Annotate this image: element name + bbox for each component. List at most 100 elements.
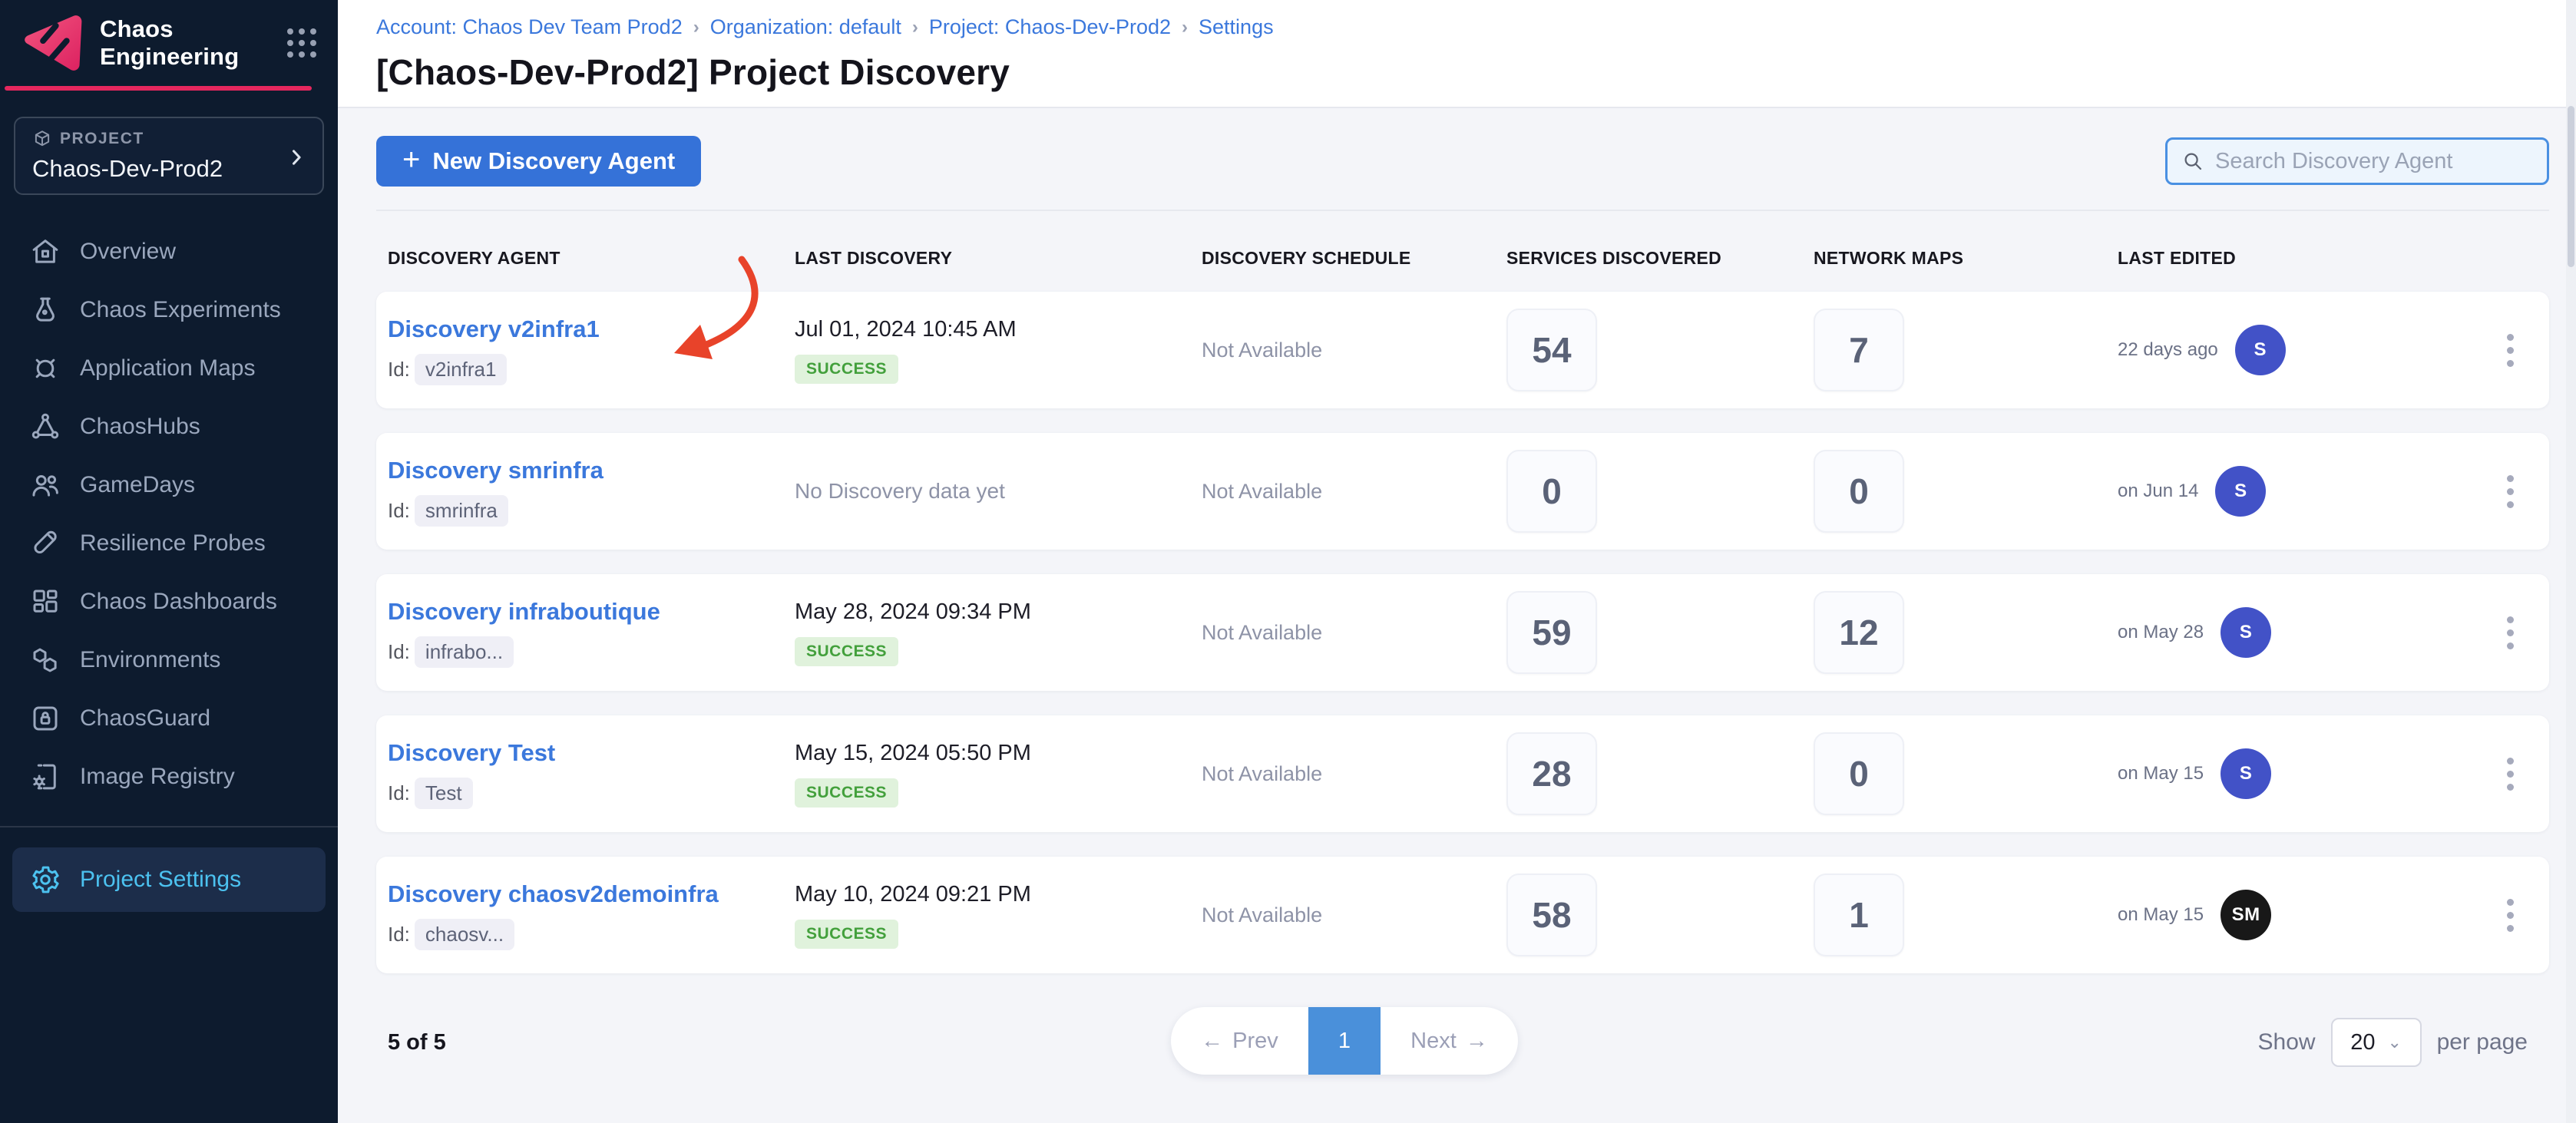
- search-input[interactable]: [2215, 149, 2533, 174]
- agent-name-link[interactable]: Discovery Test: [388, 739, 795, 767]
- table-footer: 5 of 5 ← Prev 1 Next → Show 20 ⌄ per pag…: [376, 1007, 2549, 1078]
- lock-icon: [29, 702, 61, 735]
- row-count: 5 of 5: [388, 1030, 446, 1055]
- sidebar-nav: Overview Chaos Experiments Application Map…: [0, 223, 338, 1123]
- maps-cell: 12: [1814, 591, 2118, 674]
- sidebar-item-project-settings[interactable]: Project Settings: [12, 847, 326, 912]
- agent-id: Id: Test: [388, 778, 795, 809]
- sidebar-item-label: Overview: [80, 239, 176, 265]
- new-discovery-agent-button[interactable]: + New Discovery Agent: [376, 136, 701, 187]
- maps-cell: 0: [1814, 732, 2118, 815]
- schedule-cell: Not Available: [1202, 480, 1506, 504]
- row-menu-icon[interactable]: [2499, 891, 2521, 940]
- last-edited-text: on May 15: [2118, 763, 2204, 784]
- chaos-engineering-logo-icon: [18, 11, 89, 75]
- breadcrumb-settings[interactable]: Settings: [1199, 15, 1274, 39]
- avatar: S: [2221, 607, 2271, 658]
- arrow-right-icon: →: [1466, 1029, 1488, 1054]
- last-discovery-cell: May 15, 2024 05:50 PM SUCCESS: [795, 741, 1202, 808]
- toolbar: + New Discovery Agent: [376, 108, 2549, 211]
- col-discovery-agent: DISCOVERY AGENT: [388, 248, 795, 269]
- services-count: 28: [1506, 732, 1597, 815]
- table-row: Discovery Test Id: Test May 15, 2024 05:…: [376, 715, 2549, 832]
- sidebar-item-application-maps[interactable]: Application Maps: [0, 339, 338, 398]
- schedule-cell: Not Available: [1202, 903, 1506, 927]
- last-edited-cell: on May 15 S: [2118, 748, 2471, 799]
- last-discovery-date: Jul 01, 2024 10:45 AM: [795, 317, 1202, 342]
- project-selector[interactable]: PROJECT Chaos-Dev-Prod2: [14, 117, 324, 195]
- agent-name-link[interactable]: Discovery smrinfra: [388, 457, 795, 484]
- search-box: [2165, 137, 2549, 185]
- network-maps-count: 1: [1814, 874, 1904, 956]
- app-title: Chaos Engineering: [100, 15, 287, 71]
- sidebar-item-gamedays[interactable]: GameDays: [0, 456, 338, 514]
- row-menu-icon[interactable]: [2499, 750, 2521, 798]
- row-menu-icon[interactable]: [2499, 609, 2521, 657]
- sidebar-item-label: Environments: [80, 647, 220, 673]
- col-last-discovery: LAST DISCOVERY: [795, 248, 1202, 269]
- crosshair-icon: [29, 352, 61, 385]
- app-switcher-grid-icon[interactable]: [287, 28, 316, 58]
- row-menu-icon[interactable]: [2499, 467, 2521, 516]
- sidebar-item-label: Image Registry: [80, 764, 235, 790]
- menu-cell: [2471, 750, 2549, 798]
- sidebar-item-chaoshubs[interactable]: ChaosHubs: [0, 398, 338, 456]
- agent-cell: Discovery Test Id: Test: [388, 739, 795, 809]
- agent-name-link[interactable]: Discovery infraboutique: [388, 598, 795, 626]
- sidebar-item-label: Chaos Experiments: [80, 297, 281, 323]
- avatar: S: [2221, 748, 2271, 799]
- next-page-button[interactable]: Next →: [1381, 1007, 1518, 1075]
- sidebar-item-chaos-dashboards[interactable]: Chaos Dashboards: [0, 573, 338, 631]
- current-page-button[interactable]: 1: [1308, 1007, 1381, 1075]
- sidebar-item-image-registry[interactable]: Image Registry: [0, 748, 338, 806]
- agent-name-link[interactable]: Discovery chaosv2demoinfra: [388, 880, 795, 908]
- maps-cell: 0: [1814, 450, 2118, 533]
- schedule-cell: Not Available: [1202, 339, 1506, 362]
- breadcrumb-separator: ›: [1182, 17, 1188, 38]
- breadcrumb-project[interactable]: Project: Chaos-Dev-Prod2: [929, 15, 1171, 39]
- project-name: Chaos-Dev-Prod2: [32, 155, 304, 183]
- sidebar-item-resilience-probes[interactable]: Resilience Probes: [0, 514, 338, 573]
- table-body: Discovery v2infra1 Id: v2infra1 Jul 01, …: [376, 292, 2549, 973]
- flask-icon: [29, 294, 61, 326]
- agent-id: Id: smrinfra: [388, 495, 795, 527]
- table-row: Discovery infraboutique Id: infrabo... M…: [376, 574, 2549, 691]
- agent-id-pill: smrinfra: [415, 495, 508, 527]
- last-edited-cell: 22 days ago S: [2118, 325, 2471, 375]
- menu-cell: [2471, 467, 2549, 516]
- agent-name-link[interactable]: Discovery v2infra1: [388, 315, 795, 343]
- col-network-maps: NETWORK MAPS: [1814, 248, 2118, 269]
- sidebar-item-chaos-experiments[interactable]: Chaos Experiments: [0, 281, 338, 339]
- last-discovery-date: May 28, 2024 09:34 PM: [795, 599, 1202, 625]
- last-discovery-date: May 10, 2024 09:21 PM: [795, 882, 1202, 907]
- row-menu-icon[interactable]: [2499, 326, 2521, 375]
- maps-cell: 1: [1814, 874, 2118, 956]
- breadcrumb-organization[interactable]: Organization: default: [710, 15, 901, 39]
- breadcrumb-account[interactable]: Account: Chaos Dev Team Prod2: [376, 15, 683, 39]
- agent-id-pill: v2infra1: [415, 354, 508, 385]
- sidebar-item-environments[interactable]: Environments: [0, 631, 338, 689]
- last-edited-text: on May 28: [2118, 622, 2204, 643]
- last-discovery-cell: Jul 01, 2024 10:45 AM SUCCESS: [795, 317, 1202, 384]
- scrollbar[interactable]: [2566, 0, 2576, 1123]
- agent-id: Id: infrabo...: [388, 636, 795, 668]
- network-maps-count: 7: [1814, 309, 1904, 391]
- scrollbar-thumb[interactable]: [2568, 106, 2574, 267]
- table-row: Discovery smrinfra Id: smrinfra No Disco…: [376, 433, 2549, 550]
- page-size-select[interactable]: 20 ⌄: [2331, 1018, 2422, 1067]
- status-badge: SUCCESS: [795, 920, 898, 949]
- test-tube-icon: [29, 527, 61, 560]
- hexagons-icon: [29, 644, 61, 676]
- services-count: 59: [1506, 591, 1597, 674]
- chevron-right-icon: [286, 146, 307, 169]
- sidebar-item-chaosguard[interactable]: ChaosGuard: [0, 689, 338, 748]
- main-area: Account: Chaos Dev Team Prod2 › Organiza…: [338, 0, 2576, 1123]
- show-label: Show: [2258, 1029, 2316, 1055]
- table-row: Discovery chaosv2demoinfra Id: chaosv...…: [376, 857, 2549, 973]
- services-cell: 28: [1506, 732, 1814, 815]
- sidebar-item-overview[interactable]: Overview: [0, 223, 338, 281]
- sidebar-item-label: GameDays: [80, 472, 195, 498]
- last-edited-text: 22 days ago: [2118, 339, 2218, 361]
- prev-page-button[interactable]: ← Prev: [1171, 1007, 1308, 1075]
- plus-icon: +: [402, 144, 420, 175]
